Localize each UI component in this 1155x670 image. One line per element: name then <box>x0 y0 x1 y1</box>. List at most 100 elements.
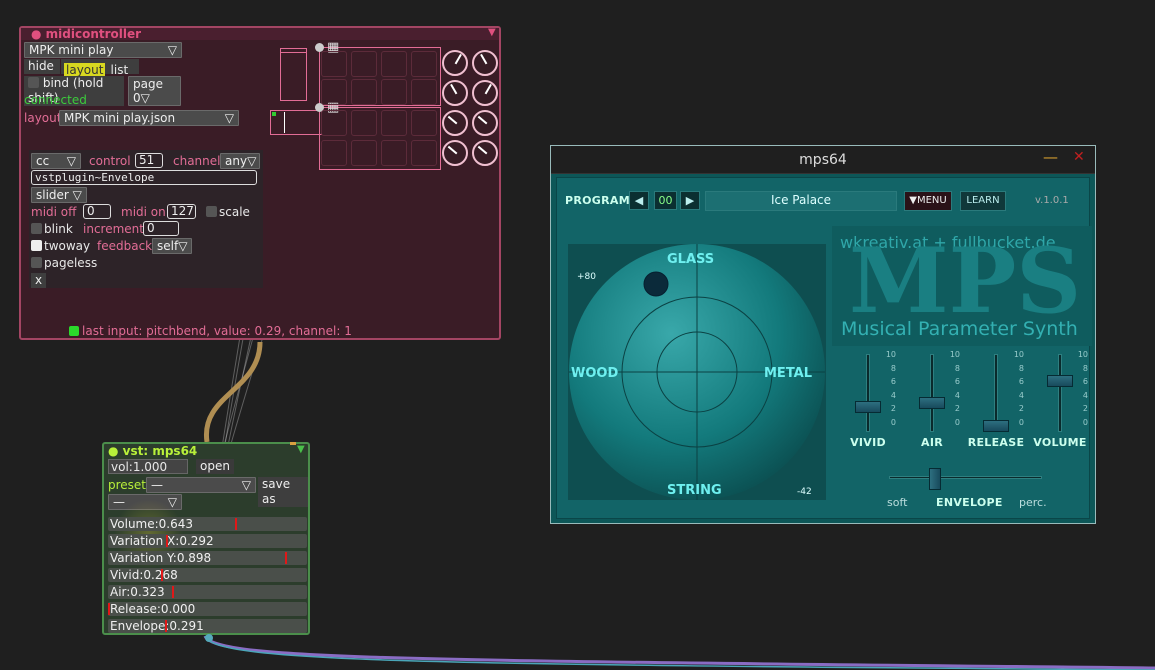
open-button[interactable]: open <box>196 459 234 474</box>
knob[interactable] <box>472 140 498 166</box>
knob[interactable] <box>442 50 468 76</box>
fader-tick: 10 <box>1077 350 1088 359</box>
param-label: Variation X:0.292 <box>110 534 214 548</box>
envelope-slider[interactable] <box>929 468 941 490</box>
fader-cap[interactable] <box>1047 374 1073 387</box>
pad[interactable] <box>351 79 377 105</box>
widget-select[interactable]: slider ▽ <box>31 187 87 203</box>
param-slider[interactable]: Vivid:0.268 <box>108 568 307 582</box>
envelope-label: ENVELOPE <box>936 496 1003 509</box>
window-titlebar[interactable]: mps64 — ✕ <box>551 146 1095 174</box>
fader-tick: 4 <box>1018 390 1024 400</box>
inlet-port[interactable] <box>290 442 296 445</box>
increment-input[interactable]: 0 <box>143 221 179 236</box>
param-marker <box>234 518 237 530</box>
preset-select[interactable]: — ▽ <box>146 477 256 493</box>
fader-track[interactable] <box>930 354 934 432</box>
feedback-select[interactable]: self▽ <box>152 238 192 254</box>
node-title: ● midicontroller <box>31 27 142 41</box>
param-slider[interactable]: Volume:0.643 <box>108 517 307 531</box>
pad[interactable] <box>381 51 407 77</box>
pad[interactable] <box>351 51 377 77</box>
message-type-select[interactable]: cc ▽ <box>31 153 81 169</box>
layout-file-select[interactable]: MPK mini play.json ▽ <box>59 110 239 126</box>
next-program-button[interactable]: ▶ <box>680 191 700 210</box>
device-select[interactable]: MPK mini play ▽ <box>24 42 182 58</box>
program-number[interactable]: 00 <box>654 191 677 210</box>
keyboard-region[interactable] <box>280 48 307 101</box>
close-icon[interactable]: ✕ <box>1073 149 1085 165</box>
minimize-icon[interactable]: — <box>1043 148 1058 166</box>
page-select[interactable]: page 0▽ <box>128 76 181 106</box>
param-slider[interactable]: Variation X:0.292 <box>108 534 307 548</box>
fader-tick: 6 <box>1018 377 1024 386</box>
outlet-port[interactable] <box>205 634 213 642</box>
knob[interactable] <box>442 140 468 166</box>
last-input-text: last input: pitchbend, value: 0.29, chan… <box>82 324 352 338</box>
pad[interactable] <box>411 51 437 77</box>
knob[interactable] <box>472 50 498 76</box>
menu-button[interactable]: ▼MENU <box>904 191 952 211</box>
param-label: Air:0.323 <box>110 585 165 599</box>
string-label: STRING <box>667 483 722 498</box>
prev-program-button[interactable]: ◀ <box>629 191 649 210</box>
knob[interactable] <box>472 80 498 106</box>
midicontroller-node[interactable]: ● midicontroller ▼ MPK mini play ▽ hide l… <box>19 26 501 340</box>
midi-off-input[interactable]: 0 <box>83 204 111 219</box>
scale-label: scale <box>219 205 250 219</box>
fader-cap[interactable] <box>983 420 1009 432</box>
pad[interactable] <box>411 79 437 105</box>
midi-on-label: midi on <box>121 205 166 219</box>
scale-checkbox[interactable] <box>206 206 217 217</box>
fader-cap[interactable] <box>855 401 881 414</box>
pitchbend-region[interactable] <box>270 110 322 135</box>
fader-tick: 2 <box>1082 404 1088 413</box>
pad[interactable] <box>411 140 437 166</box>
param-slider[interactable]: Variation Y:0.898 <box>108 551 307 565</box>
blink-checkbox[interactable] <box>31 223 42 234</box>
param-slider[interactable]: Release:0.000 <box>108 602 307 616</box>
pad[interactable] <box>321 110 347 136</box>
program-name[interactable]: Ice Palace <box>705 191 897 211</box>
fader-track[interactable] <box>1058 354 1062 432</box>
pad[interactable] <box>321 140 347 166</box>
pad[interactable] <box>381 110 407 136</box>
xy-handle <box>643 271 669 297</box>
channel-select[interactable]: any▽ <box>220 153 260 169</box>
pad[interactable] <box>321 51 347 77</box>
param-marker <box>284 552 287 564</box>
pad[interactable] <box>381 79 407 105</box>
learn-button[interactable]: LEARN <box>960 191 1006 211</box>
collapse-icon[interactable]: ▼ <box>297 442 305 458</box>
collapse-icon[interactable]: ▼ <box>488 25 496 41</box>
control-input[interactable]: 51 <box>135 153 163 168</box>
volume-field[interactable]: vol:1.000 <box>108 459 188 474</box>
activity-indicator <box>69 326 79 336</box>
target-input[interactable]: vstplugin~Envelope <box>31 170 257 185</box>
pad[interactable] <box>351 110 377 136</box>
close-mapping-button[interactable]: x <box>31 273 46 288</box>
pad[interactable] <box>351 140 377 166</box>
param-slider[interactable]: Envelope:0.291 <box>108 619 307 633</box>
fader-track[interactable] <box>866 354 870 432</box>
tab-layout[interactable]: layout <box>64 63 106 77</box>
plugin-window[interactable]: mps64 — ✕ PROGRAM ◀ 00 ▶ Ice Palace ▼MEN… <box>550 145 1096 524</box>
patch-canvas[interactable]: ● midicontroller ▼ MPK mini play ▽ hide l… <box>0 0 1155 670</box>
hide-button[interactable]: hide <box>24 59 60 74</box>
param-slider[interactable]: Air:0.323 <box>108 585 307 599</box>
tab-list[interactable]: list <box>111 63 129 77</box>
pad[interactable] <box>381 140 407 166</box>
knob[interactable] <box>442 110 468 136</box>
fader-cap[interactable] <box>919 397 945 410</box>
pad[interactable] <box>321 79 347 105</box>
bind-checkbox[interactable] <box>28 77 39 88</box>
midi-on-input[interactable]: 127 <box>167 204 196 219</box>
pageless-checkbox[interactable] <box>31 257 42 268</box>
twoway-checkbox[interactable] <box>31 240 42 251</box>
knob[interactable] <box>442 80 468 106</box>
pad[interactable] <box>411 110 437 136</box>
vst-node[interactable]: ● vst: mps64 ▼ vol:1.000 open preset — ▽ … <box>102 442 310 642</box>
save-as-button[interactable]: save as <box>258 477 308 507</box>
envelope-track[interactable] <box>889 476 1042 479</box>
knob[interactable] <box>472 110 498 136</box>
